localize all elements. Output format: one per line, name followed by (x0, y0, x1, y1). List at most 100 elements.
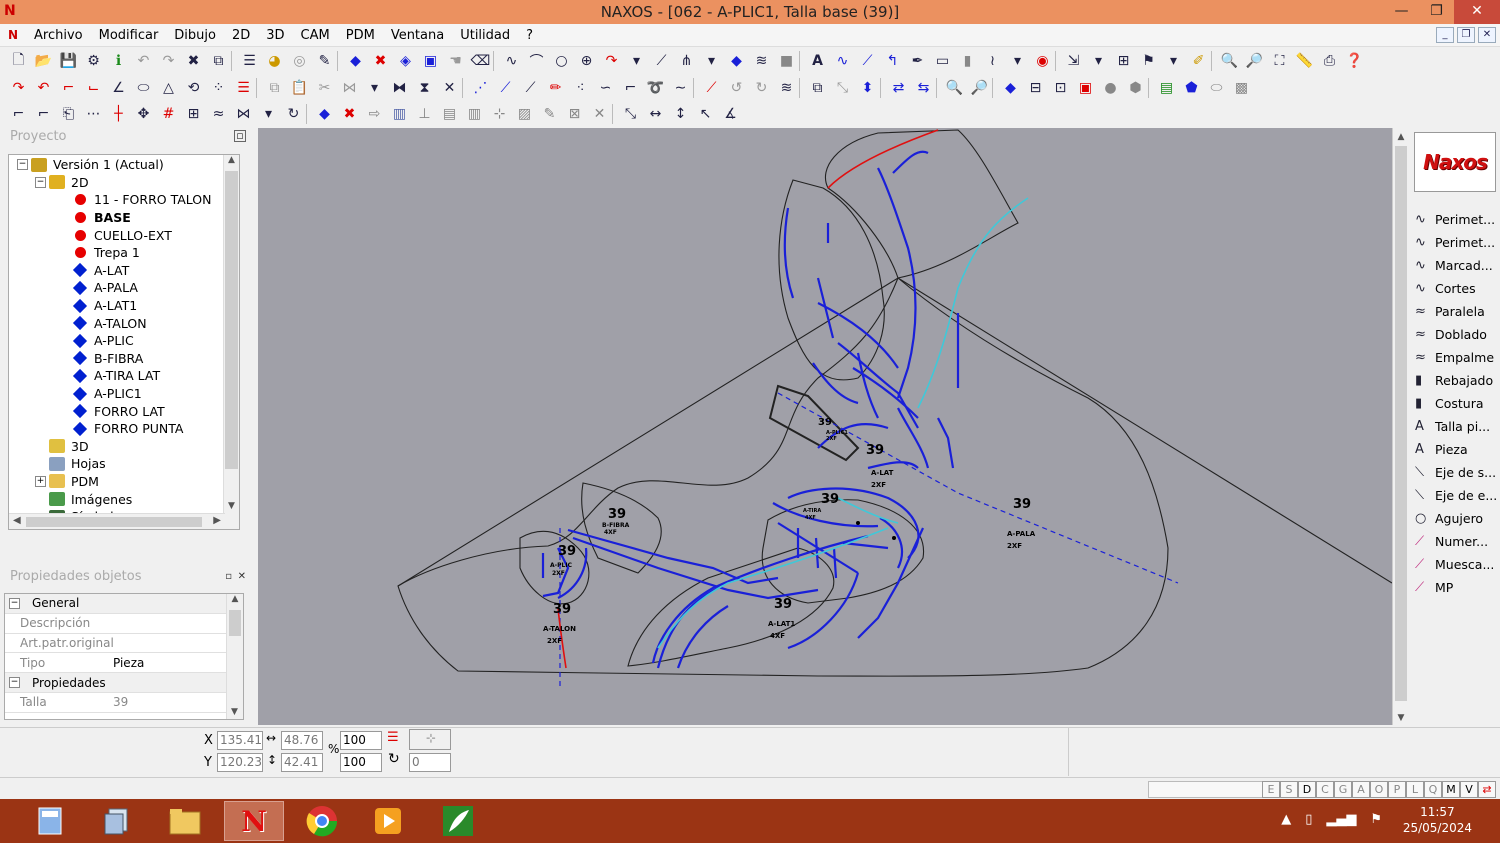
window-red-icon[interactable]: ▣ (1073, 77, 1098, 99)
right-tool-item[interactable]: ∿ Marcad... (1415, 254, 1500, 276)
save-icon[interactable]: 💾 (56, 50, 81, 72)
tree-item[interactable]: FORRO PUNTA (9, 420, 239, 438)
refresh-icon[interactable]: ↻ (281, 103, 306, 125)
view-icon[interactable]: ◎ (287, 50, 312, 72)
panel-pin-icon[interactable]: ▫ (234, 130, 246, 142)
dropdown-icon-4[interactable]: ▾ (1086, 50, 1111, 72)
frame-icon[interactable]: ▣ (418, 50, 443, 72)
zoom-out-icon[interactable]: 🔎 (1242, 50, 1267, 72)
crosshair-icon[interactable]: ⊕ (574, 50, 599, 72)
delete-icon[interactable]: ✖ (181, 50, 206, 72)
chrome-icon[interactable] (292, 801, 352, 841)
edit-grey-icon[interactable]: ✎ (537, 103, 562, 125)
magnify-icon-2[interactable]: 🔎 (967, 77, 992, 99)
properties-close-icon[interactable]: ✕ (238, 571, 246, 582)
tree-item[interactable]: BASE (9, 209, 239, 227)
flip-icon[interactable]: ⬍ (855, 77, 880, 99)
tipo-select[interactable]: Pieza (109, 656, 229, 670)
corner-b-icon[interactable]: ⌐ (31, 103, 56, 125)
corner-icon[interactable]: ⌐ (56, 77, 81, 99)
offset-icon[interactable]: ≋ (774, 77, 799, 99)
ruler-icon[interactable]: 📏 (1292, 50, 1317, 72)
field-tipo[interactable]: Tipo Pieza ▼ (5, 653, 243, 674)
info-icon[interactable]: ℹ (106, 50, 131, 72)
lines-icon[interactable]: ☰ (231, 77, 256, 99)
zoom-in-icon[interactable]: 🔍 (1217, 50, 1242, 72)
dropdown-icon[interactable]: ▾ (624, 50, 649, 72)
cross-icon[interactable]: ✕ (437, 77, 462, 99)
new-file-icon[interactable]: 🗋 (6, 50, 31, 72)
list-icon[interactable]: ☰ (387, 730, 399, 745)
tree-item[interactable]: 3D (9, 438, 239, 456)
plus-box-icon[interactable]: ⊞ (181, 103, 206, 125)
tilde-icon[interactable]: ∼ (668, 77, 693, 99)
y-field[interactable]: 120.23 (217, 753, 263, 772)
flag-icon[interactable]: ⚑ (1370, 812, 1382, 827)
square-icon[interactable]: ■ (774, 50, 799, 72)
hash-icon[interactable]: # (156, 103, 181, 125)
status-mode-toggle[interactable]: O (1370, 781, 1388, 798)
undo-icon[interactable]: ↶ (131, 50, 156, 72)
status-mode-toggle[interactable]: M (1442, 781, 1460, 798)
align-icon[interactable]: ⊟ (1023, 77, 1048, 99)
open-folder-icon[interactable]: 📂 (31, 50, 56, 72)
close-button[interactable]: ✕ (1454, 0, 1500, 24)
status-sync-icon[interactable]: ⇄ (1478, 781, 1496, 798)
columns-icon[interactable]: ▥ (462, 103, 487, 125)
blob-icon[interactable]: ● (1098, 77, 1123, 99)
diamond-icon[interactable]: ◆ (724, 50, 749, 72)
move-cross-icon[interactable]: ✥ (131, 103, 156, 125)
canvas-vertical-scrollbar[interactable]: ▲ ▼ (1392, 128, 1409, 725)
tree-item[interactable]: A-PLIC (9, 332, 239, 350)
curve-icon[interactable]: ∿ (499, 50, 524, 72)
text-icon[interactable]: A (805, 50, 830, 72)
battery-icon[interactable]: ▯ (1305, 812, 1312, 827)
x-grey-icon[interactable]: ✕ (587, 103, 612, 125)
app-menu-icon[interactable]: N (0, 28, 26, 42)
mdi-minimize-button[interactable]: _ (1436, 27, 1454, 43)
select-icon[interactable]: ◆ (343, 50, 368, 72)
section-propiedades[interactable]: − Propiedades (5, 673, 243, 693)
shield-icon[interactable]: ⬟ (1179, 77, 1204, 99)
menu-2d[interactable]: 2D (224, 28, 258, 43)
sep-tool-icon[interactable]: ⊹ (487, 103, 512, 125)
wave-2-icon[interactable]: ≈ (206, 103, 231, 125)
right-tool-item[interactable]: ∿ Perimet... (1415, 231, 1500, 253)
leaf-app-icon[interactable] (428, 801, 488, 841)
split-icon[interactable]: ┼ (106, 103, 131, 125)
section-general[interactable]: − General (5, 594, 243, 614)
right-tool-item[interactable]: A Talla pi... (1415, 415, 1500, 437)
red-cross-icon[interactable]: ✖ (337, 103, 362, 125)
tree-expander-icon[interactable]: + (35, 475, 46, 487)
dashes-icon[interactable]: ⋯ (81, 103, 106, 125)
naxos-taskbar-icon[interactable]: N (224, 801, 284, 841)
width-icon[interactable]: ↔ (643, 103, 668, 125)
menu-dibujo[interactable]: Dibujo (166, 28, 224, 43)
pen-icon[interactable]: ✒ (905, 50, 930, 72)
file-explorer-icon[interactable] (155, 801, 215, 841)
menu-ventana[interactable]: Ventana (383, 28, 452, 43)
redo-icon[interactable]: ↷ (156, 50, 181, 72)
right-tool-item[interactable]: ▮ Costura (1415, 392, 1500, 414)
menu-help[interactable]: ? (518, 28, 541, 43)
calculator-icon[interactable] (20, 801, 80, 841)
stack-icon[interactable]: ▩ (1229, 77, 1254, 99)
status-mode-toggle[interactable]: L (1406, 781, 1424, 798)
right-tool-item[interactable]: ⟋ Numer... (1415, 530, 1500, 552)
rectangle-icon[interactable]: ▭ (930, 50, 955, 72)
wave-icon[interactable]: ≋ (749, 50, 774, 72)
right-tool-item[interactable]: ⟍ Eje de e... (1415, 484, 1500, 506)
mirror-icon[interactable]: ⧓ (387, 77, 412, 99)
clone-icon[interactable]: ⧉ (805, 77, 830, 99)
menu-cam[interactable]: CAM (293, 28, 338, 43)
tree-item[interactable]: − Versión 1 (Actual) (9, 156, 239, 174)
status-mode-toggle[interactable]: A (1352, 781, 1370, 798)
status-mode-toggle[interactable]: Q (1424, 781, 1442, 798)
tree-item[interactable]: A-PLIC1 (9, 385, 239, 403)
marker-icon[interactable]: ✐ (1186, 50, 1211, 72)
move-icon[interactable]: ◆ (998, 77, 1023, 99)
corner-a-icon[interactable]: ⌐ (6, 103, 31, 125)
tree-item[interactable]: CUELLO-EXT (9, 226, 239, 244)
copy-icon[interactable]: ⧉ (206, 50, 231, 72)
dropdown-icon-6[interactable]: ▾ (362, 77, 387, 99)
